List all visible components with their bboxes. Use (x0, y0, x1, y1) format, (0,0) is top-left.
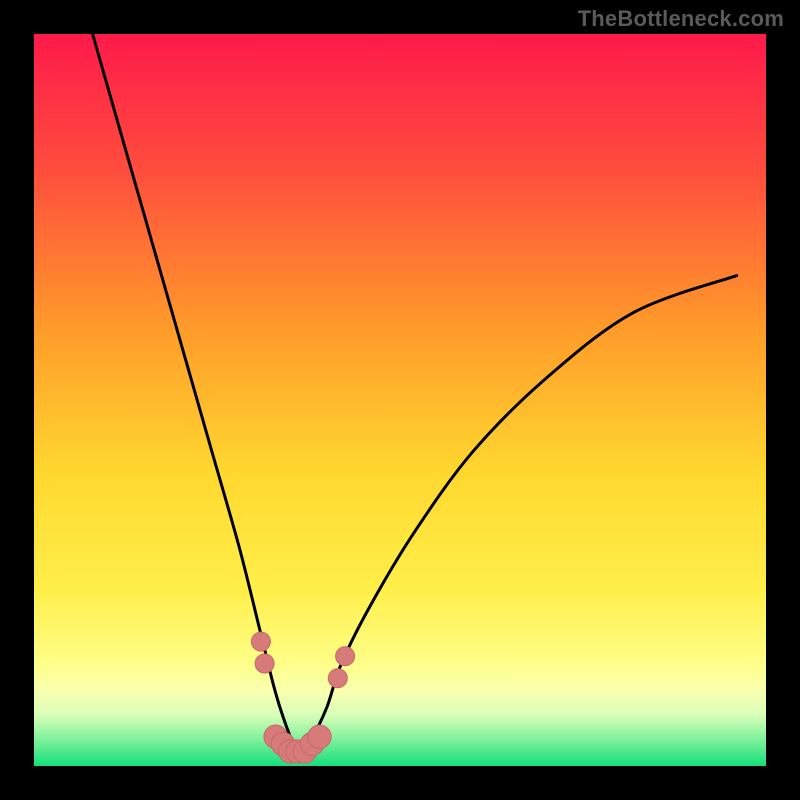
curve-marker (255, 654, 274, 673)
curve-marker (308, 725, 331, 748)
plot-background (34, 34, 766, 766)
curve-marker (336, 647, 355, 666)
curve-marker (328, 669, 347, 688)
curve-marker (251, 632, 270, 651)
chart-svg (0, 0, 800, 800)
watermark-label: TheBottleneck.com (578, 6, 784, 32)
chart-frame: TheBottleneck.com (0, 0, 800, 800)
